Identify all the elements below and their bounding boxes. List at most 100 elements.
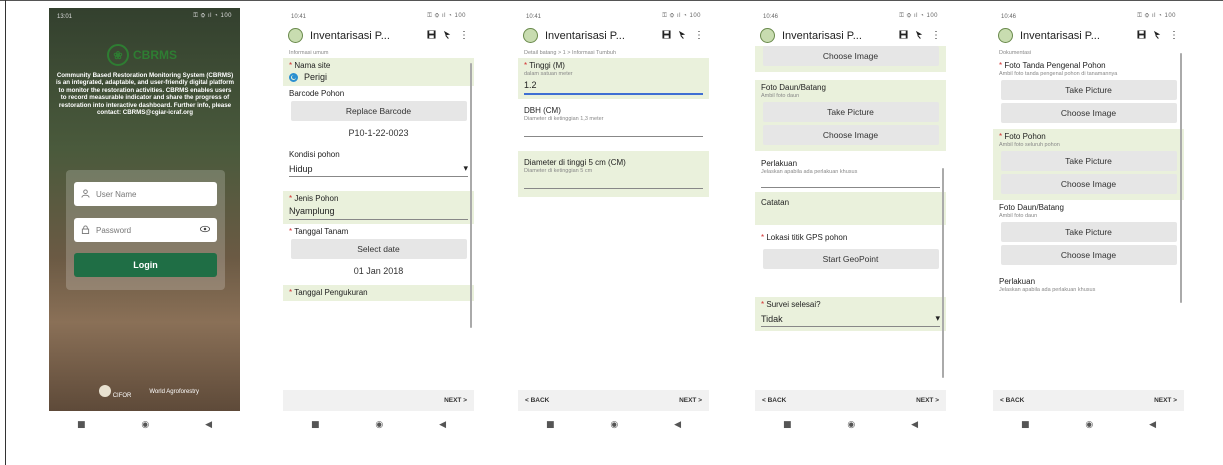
dropdown-icon: ▾: [463, 163, 468, 173]
choose-image-button[interactable]: Choose Image: [1000, 245, 1177, 265]
back-icon[interactable]: ◀: [205, 420, 212, 430]
home-icon[interactable]: ◉: [610, 420, 618, 430]
app-title: Inventarisasi P...: [310, 29, 390, 42]
app-title: Inventarisasi P...: [545, 29, 625, 42]
android-nav-bar: ■ ◉ ◀: [518, 411, 709, 438]
survei-label: Survei selesai?: [766, 300, 821, 309]
username-field[interactable]: User Name: [74, 182, 217, 206]
save-icon[interactable]: [1137, 29, 1146, 42]
next-button[interactable]: NEXT >: [1154, 397, 1177, 404]
section-heading: Dokumentasi: [999, 50, 1032, 56]
recent-apps-icon[interactable]: ■: [311, 420, 320, 430]
diam-hint: Diameter di ketinggian 5 cm: [524, 167, 593, 174]
take-picture-button[interactable]: Take Picture: [1000, 151, 1177, 171]
flag-icon[interactable]: [443, 30, 452, 42]
app-bar: Inventarisasi P... ⋮: [518, 25, 709, 46]
scrollbar[interactable]: [942, 168, 944, 378]
select-date-button[interactable]: Select date: [290, 239, 467, 259]
choose-image-button[interactable]: Choose Image: [762, 46, 939, 66]
tinggi-input[interactable]: 1.2: [524, 80, 703, 90]
home-icon[interactable]: ◉: [847, 420, 855, 430]
lock-icon: [81, 224, 90, 236]
dbh-hint: Diameter di ketinggian 1,3 meter: [524, 115, 604, 122]
radio-selected-icon: [289, 72, 298, 82]
eye-icon[interactable]: [200, 225, 210, 235]
back-icon[interactable]: ◀: [674, 420, 681, 430]
question-perlakuan: Perlakuan Jelaskan apabila ada perlakuan…: [993, 271, 1184, 297]
take-picture-button[interactable]: Take Picture: [762, 102, 939, 122]
pohon-label: Foto Pohon: [1004, 132, 1046, 141]
flag-icon[interactable]: [915, 30, 924, 42]
back-button[interactable]: < BACK: [762, 397, 786, 404]
choose-image-button[interactable]: Choose Image: [1000, 103, 1177, 123]
more-vert-icon[interactable]: ⋮: [459, 30, 469, 41]
more-vert-icon[interactable]: ⋮: [931, 30, 941, 41]
app-logo-icon: [288, 28, 303, 43]
replace-barcode-button[interactable]: Replace Barcode: [290, 101, 467, 121]
question-gps: * Lokasi titik GPS pohon Start GeoPoint: [755, 225, 946, 275]
section-heading: Detail batang > 1 > Informasi Tumbuh: [524, 50, 617, 56]
radio-perigi[interactable]: Perigi: [289, 72, 468, 82]
form-screen-3: 10:46 ⚿ ⚙ ıl ◔ 100 Inventarisasi P... ⋮ …: [755, 8, 946, 411]
home-icon[interactable]: ◉: [375, 420, 383, 430]
brand-name: CBRMS: [133, 48, 177, 62]
perlakuan-input[interactable]: [761, 187, 940, 188]
foto-hint: Ambil foto daun: [761, 93, 800, 99]
recent-apps-icon[interactable]: ■: [546, 420, 555, 430]
home-icon[interactable]: ◉: [141, 420, 149, 430]
start-geopoint-button[interactable]: Start GeoPoint: [762, 249, 939, 269]
status-time: 10:46: [763, 13, 779, 20]
status-bar: 10:41 ⚿ ⚙ ıl ◔ 100: [283, 8, 474, 25]
back-button[interactable]: < BACK: [525, 397, 549, 404]
question-foto-pohon: * Foto Pohon Ambil foto seluruh pohon Ta…: [993, 129, 1184, 200]
next-button[interactable]: NEXT >: [916, 397, 939, 404]
recent-apps-icon[interactable]: ■: [1021, 420, 1030, 430]
catatan-label: Catatan: [761, 198, 790, 207]
perlakuan-label: Perlakuan: [999, 277, 1036, 286]
more-vert-icon[interactable]: ⋮: [1169, 30, 1179, 41]
kondisi-select[interactable]: Hidup ▾: [289, 161, 468, 177]
save-icon[interactable]: [427, 29, 436, 42]
next-button[interactable]: NEXT >: [444, 397, 467, 404]
password-field[interactable]: Password: [74, 218, 217, 242]
next-button[interactable]: NEXT >: [679, 397, 702, 404]
back-icon[interactable]: ◀: [439, 420, 446, 430]
choose-image-button[interactable]: Choose Image: [762, 125, 939, 145]
recent-apps-icon[interactable]: ■: [77, 420, 86, 430]
recent-apps-icon[interactable]: ■: [783, 420, 792, 430]
more-vert-icon[interactable]: ⋮: [694, 30, 704, 41]
cifor-logo: CIFOR: [99, 385, 131, 399]
phone-login: 13:01 ⚿ ⚙ ıl ◔ 100 ❀ CBRMS Community Bas…: [49, 8, 240, 438]
home-icon[interactable]: ◉: [1085, 420, 1093, 430]
back-icon[interactable]: ◀: [1149, 420, 1156, 430]
login-button[interactable]: Login: [74, 253, 217, 277]
flag-icon[interactable]: [1153, 30, 1162, 42]
kondisi-label: Kondisi pohon: [289, 150, 340, 159]
previous-photo-block: Choose Image: [755, 46, 946, 72]
diam-input[interactable]: [524, 187, 703, 189]
left-border: [5, 0, 6, 465]
status-bar: 10:41 ⚿ ⚙ ıl ◔ 100: [518, 8, 709, 25]
take-picture-button[interactable]: Take Picture: [1000, 80, 1177, 100]
dbh-label: DBH (CM): [524, 105, 561, 115]
top-border: [0, 0, 1223, 1]
back-icon[interactable]: ◀: [911, 420, 918, 430]
save-icon[interactable]: [899, 29, 908, 42]
daun-hint: Ambil foto daun: [999, 213, 1038, 219]
login-card: User Name Password Login: [66, 170, 225, 290]
scrollbar[interactable]: [1180, 53, 1182, 303]
save-icon[interactable]: [662, 29, 671, 42]
flag-icon[interactable]: [678, 30, 687, 42]
app-logo-icon: [760, 28, 775, 43]
scrollbar[interactable]: [470, 63, 472, 328]
status-icons: ⚿ ⚙ ıl ◔ 100: [427, 13, 466, 19]
choose-image-button[interactable]: Choose Image: [1000, 174, 1177, 194]
status-time: 10:41: [291, 13, 307, 20]
dbh-input[interactable]: [524, 135, 703, 137]
take-picture-button[interactable]: Take Picture: [1000, 222, 1177, 242]
back-button[interactable]: < BACK: [1000, 397, 1024, 404]
android-nav-bar: ■ ◉ ◀: [755, 411, 946, 438]
world-agroforestry-logo: World Agroforestry: [149, 389, 199, 395]
survei-select[interactable]: Tidak ▾: [761, 311, 940, 327]
jenis-input[interactable]: Nyamplung: [289, 206, 468, 216]
